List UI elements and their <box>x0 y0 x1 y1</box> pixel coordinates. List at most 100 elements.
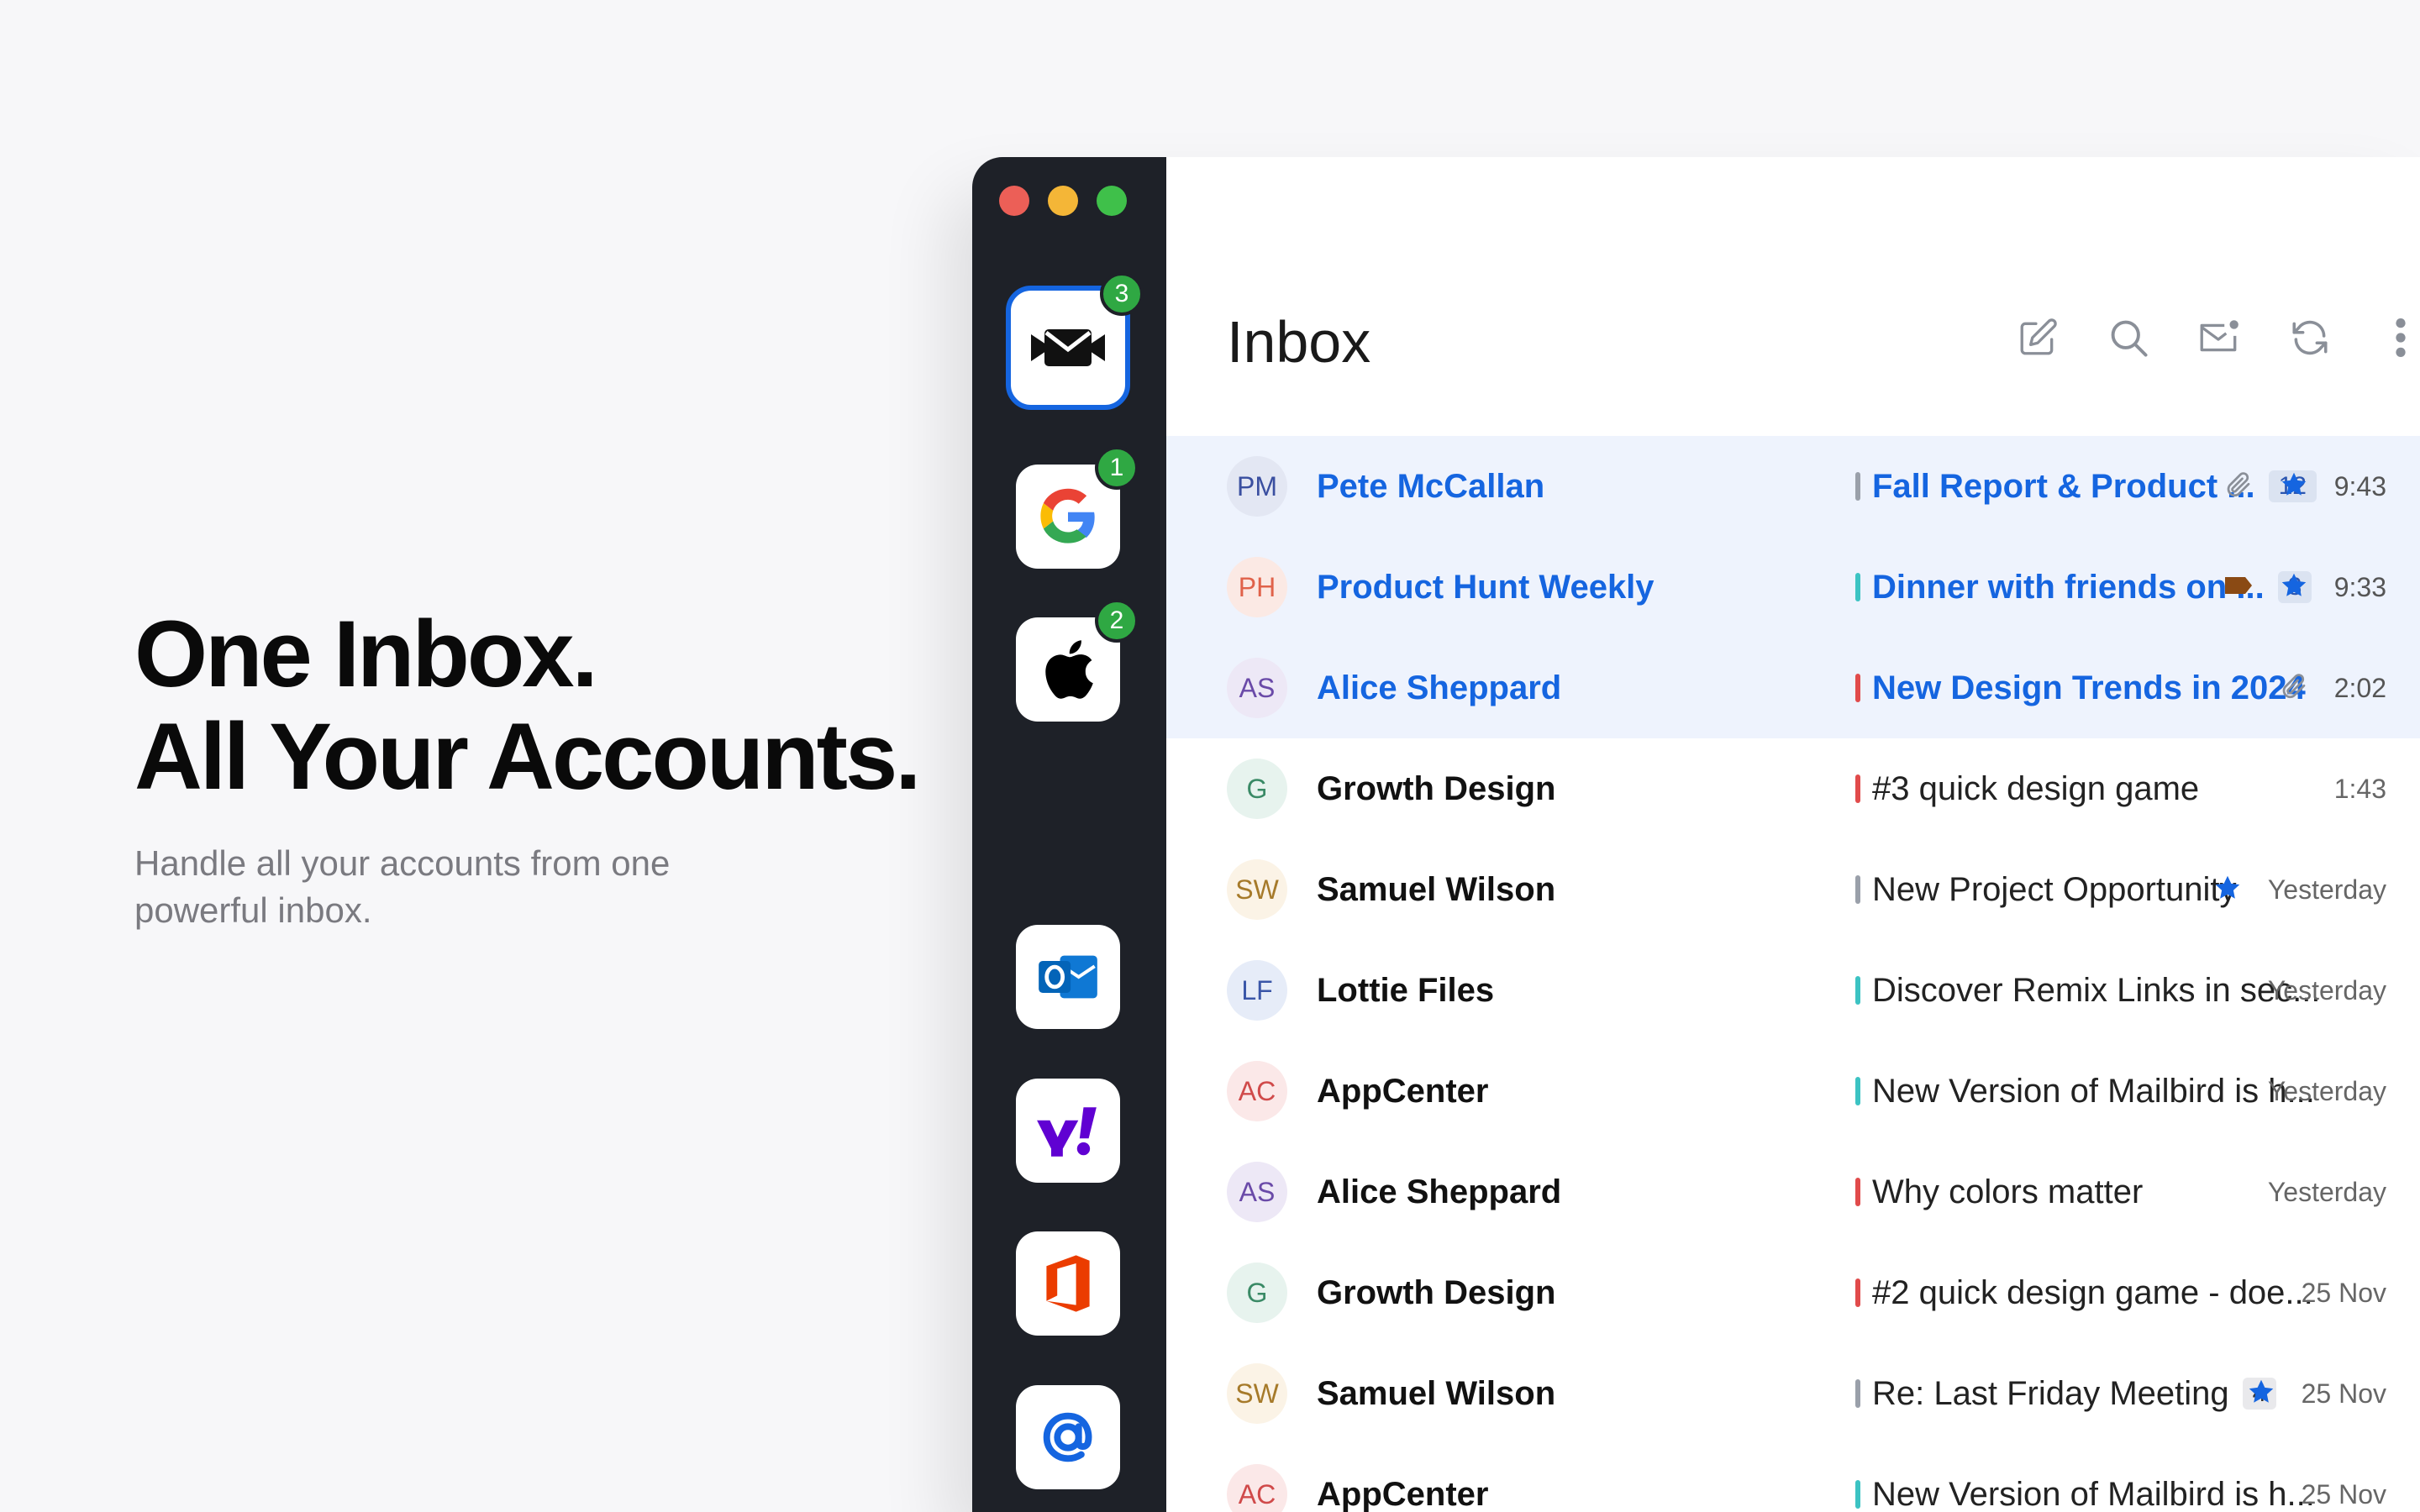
timestamp: Yesterday <box>2267 1075 2386 1106</box>
star-icon[interactable] <box>2212 873 2243 907</box>
avatar: SW <box>1227 1363 1287 1424</box>
subject: Discover Remix Links in sec... <box>1872 972 2320 1010</box>
subject: New Version of Mailbird is h... <box>1872 1073 2315 1110</box>
attachment-icon <box>2279 671 2309 706</box>
email-row[interactable]: AC AppCenter New Version of Mailbird is h.… <box>1166 1444 2420 1512</box>
email-meta: Yesterday <box>2268 1076 2386 1107</box>
mail-panel: Inbox PM Pete McCallan Fall Report & Pro… <box>1166 157 2420 1512</box>
star-icon[interactable] <box>2279 470 2309 504</box>
sender-name: AppCenter <box>1317 1475 1489 1512</box>
email-meta: 9:33 <box>2223 570 2386 605</box>
subject-text: New Project Opportunity <box>1872 870 2237 908</box>
sender-name: AppCenter <box>1317 1072 1489 1110</box>
tag-icon <box>2223 575 2254 601</box>
hero-title-line1: One Inbox. <box>134 601 598 706</box>
label-color-bar <box>1855 1178 1860 1206</box>
page-title: Inbox <box>1227 309 1371 375</box>
avatar: AS <box>1227 658 1287 718</box>
refresh-button[interactable] <box>2286 313 2334 362</box>
maximize-window-button[interactable] <box>1097 186 1127 216</box>
subject-text: Dinner with friends on ... <box>1872 568 2265 606</box>
account-sidebar: 3 1 2 <box>972 157 1166 1512</box>
email-row[interactable]: AS Alice Sheppard Why colors matter Yesterd… <box>1166 1142 2420 1242</box>
subject-text: Why colors matter <box>1872 1173 2144 1210</box>
account-yahoo[interactable] <box>1016 1079 1120 1183</box>
unread-filter-button[interactable] <box>2195 313 2244 362</box>
office-icon <box>1046 1255 1090 1312</box>
email-row[interactable]: PH Product Hunt Weekly Dinner with friends… <box>1166 537 2420 638</box>
avatar: G <box>1227 759 1287 819</box>
hero-title-line2: All Your Accounts. <box>134 704 921 809</box>
email-meta: Yesterday <box>2268 1177 2386 1208</box>
email-row[interactable]: SW Samuel Wilson New Project Opportunity Ye… <box>1166 839 2420 940</box>
label-color-bar <box>1855 1278 1860 1307</box>
label-color-bar <box>1855 472 1860 501</box>
account-unified-inbox[interactable]: 3 <box>1006 272 1144 410</box>
timestamp: 25 Nov <box>2301 1378 2386 1409</box>
account-office[interactable] <box>1016 1231 1120 1336</box>
hero-subtitle: Handle all your accounts from one powerf… <box>134 843 671 930</box>
subject-text: #2 quick design game - doe... <box>1872 1273 2313 1311</box>
avatar: LF <box>1227 960 1287 1021</box>
email-meta: 1:43 <box>2334 774 2386 805</box>
star-icon[interactable] <box>2246 1377 2276 1411</box>
account-apple[interactable]: 2 <box>1016 599 1139 722</box>
subject-text: New Design Trends in 2024 <box>1872 669 2306 706</box>
google-icon <box>1040 488 1095 543</box>
email-meta: Yesterday <box>2212 873 2386 907</box>
avatar: AC <box>1227 1464 1287 1512</box>
compose-button[interactable] <box>2013 313 2062 362</box>
account-outlook[interactable] <box>1016 925 1120 1029</box>
timestamp: Yesterday <box>2267 874 2386 905</box>
mail-stack-icon <box>1031 329 1105 366</box>
avatar: AS <box>1227 1162 1287 1222</box>
email-meta: 25 Nov <box>2302 1278 2386 1309</box>
sender-name: Alice Sheppard <box>1317 1173 1562 1210</box>
close-window-button[interactable] <box>999 186 1029 216</box>
timestamp: 2:02 <box>2333 672 2386 703</box>
timestamp: Yesterday <box>2267 974 2386 1005</box>
timestamp: Yesterday <box>2267 1176 2386 1207</box>
more-options-button[interactable] <box>2376 313 2420 362</box>
email-row[interactable]: G Growth Design #3 quick design game 1:43 <box>1166 738 2420 839</box>
sender-name: Lottie Files <box>1317 971 1495 1009</box>
sender-name: Growth Design <box>1317 769 1556 807</box>
minimize-window-button[interactable] <box>1048 186 1078 216</box>
label-color-bar <box>1855 1077 1860 1105</box>
avatar: PH <box>1227 557 1287 617</box>
app-window: 3 1 2 Inbox PM Pete McCallan Fall Report… <box>972 157 2420 1512</box>
label-color-bar <box>1855 875 1860 904</box>
apple-icon <box>1045 640 1093 699</box>
search-icon <box>2111 320 2148 357</box>
email-meta: 9:43 <box>2223 470 2386 504</box>
email-row[interactable]: AS Alice Sheppard New Design Trends in 202… <box>1166 638 2420 738</box>
account-google[interactable]: 1 <box>1016 446 1139 569</box>
email-row[interactable]: PM Pete McCallan Fall Report & Product ...… <box>1166 436 2420 537</box>
sender-name: Alice Sheppard <box>1317 669 1562 706</box>
search-button[interactable] <box>2104 313 2153 362</box>
subject-text: New Version of Mailbird is h... <box>1872 1072 2315 1110</box>
email-meta: 25 Nov <box>2302 1479 2386 1510</box>
subject-text: #3 quick design game <box>1872 769 2200 807</box>
account-other-mail[interactable] <box>1016 1385 1120 1489</box>
email-row[interactable]: SW Samuel Wilson Re: Last Friday Meeting4 2… <box>1166 1343 2420 1444</box>
email-meta: Yesterday <box>2268 975 2386 1006</box>
subject: New Design Trends in 2024 <box>1872 669 2306 707</box>
email-row[interactable]: LF Lottie Files Discover Remix Links in se… <box>1166 940 2420 1041</box>
mail-unread-icon <box>2200 320 2238 352</box>
at-sign-icon <box>1043 1412 1092 1462</box>
subject: Why colors matter <box>1872 1173 2143 1211</box>
avatar: AC <box>1227 1061 1287 1121</box>
timestamp: 1:43 <box>2333 773 2386 804</box>
window-controls <box>999 186 1127 216</box>
sender-name: Product Hunt Weekly <box>1317 568 1655 606</box>
star-icon[interactable] <box>2279 570 2309 605</box>
label-color-bar <box>1855 774 1860 803</box>
email-row[interactable]: G Growth Design #2 quick design game - doe… <box>1166 1242 2420 1343</box>
avatar: PM <box>1227 456 1287 517</box>
subject-text: Re: Last Friday Meeting <box>1872 1374 2229 1412</box>
timestamp: 9:43 <box>2333 470 2386 501</box>
compose-icon <box>2020 318 2057 355</box>
email-row[interactable]: AC AppCenter New Version of Mailbird is h.… <box>1166 1041 2420 1142</box>
timestamp: 25 Nov <box>2301 1478 2386 1509</box>
